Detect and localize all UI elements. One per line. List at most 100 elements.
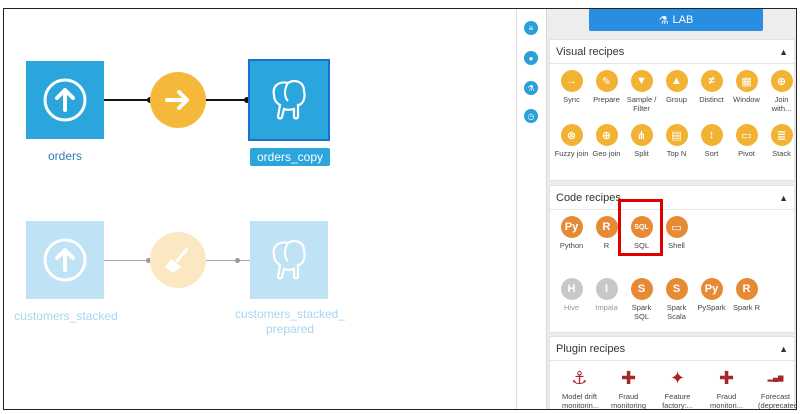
postgres-elephant-icon <box>272 80 306 120</box>
recipe-tile-label: Pivot <box>738 149 755 158</box>
upload-icon <box>43 78 87 122</box>
timeline-icon[interactable]: ◷ <box>524 109 538 123</box>
recipe-tile-label: Geo join <box>592 149 621 158</box>
spark-sql-icon: S <box>630 278 653 300</box>
puzzle-icon: ✚ <box>718 367 735 388</box>
dataset-label-orders[interactable]: orders <box>26 149 104 163</box>
plugin-recipes-section: Plugin recipes ▲ ⚓ Model drift monitorin.… <box>549 336 796 410</box>
recipe-tile-top-n[interactable]: ▤ Top N <box>659 124 694 158</box>
postgres-elephant-icon <box>272 240 306 280</box>
recipe-tile-anchor[interactable]: ⚓ Model drift monitorin... <box>562 367 599 410</box>
recipe-tile-label: Spark SQL <box>631 303 652 321</box>
recipe-tile-pivot[interactable]: ▭ Pivot <box>729 124 764 158</box>
recipe-tile-pyspark[interactable]: Py PySpark <box>694 278 729 312</box>
sync-recipe-node[interactable] <box>150 72 206 128</box>
dataset-orders-copy[interactable] <box>248 59 330 141</box>
sql-highlight-box <box>618 199 663 256</box>
visual-recipes-header[interactable]: Visual recipes ▲ <box>550 40 794 64</box>
recipe-tile-split[interactable]: ⋔ Split <box>624 124 659 158</box>
collapse-caret-icon[interactable]: ▲ <box>779 344 788 354</box>
recipe-tile-fuzzy-join[interactable]: ⊗ Fuzzy join <box>554 124 589 158</box>
recipe-tile-prepare[interactable]: ✎ Prepare <box>589 70 624 104</box>
recipe-tile-sync[interactable]: → Sync <box>554 70 589 104</box>
lab-button[interactable]: ⚗ LAB <box>589 9 763 31</box>
window-icon: ▦ <box>735 70 758 92</box>
recipes-panel: ⚗ LAB Visual recipes ▲ → Sync ✎ Prepare ▼ Sam… <box>546 9 796 409</box>
recipe-tile-label: Stack <box>772 149 791 158</box>
recipe-tile-label: Fraud monitori... <box>710 392 743 409</box>
recipe-tile-label: Fuzzy join <box>554 149 589 158</box>
edge-dot <box>235 258 240 263</box>
impala-icon: I <box>595 278 618 300</box>
recipe-tile-label: Window <box>733 95 760 104</box>
pivot-icon: ▭ <box>735 124 758 146</box>
arrow-right-icon <box>165 90 189 110</box>
recipe-tile-group[interactable]: ▲ Group <box>659 70 694 104</box>
recipe-tile-label: Forecast (deprecated) <box>758 392 796 409</box>
anchor-icon: ⚓ <box>571 367 588 388</box>
section-title: Code recipes <box>556 191 621 204</box>
puzzle-icon: ✚ <box>620 367 637 388</box>
recipe-tile-join[interactable]: ⊕ Join with... <box>764 70 796 113</box>
group-icon: ▲ <box>665 70 688 92</box>
discussion-icon[interactable]: ● <box>524 51 538 65</box>
dataset-label-customers-stacked[interactable]: customers_stacked <box>4 309 128 323</box>
filter-icon: ▼ <box>630 70 653 92</box>
stack-icon: ≣ <box>770 124 793 146</box>
split-icon: ⋔ <box>630 124 653 146</box>
recipe-tile-label: Fraud monitoring <box>611 392 647 409</box>
collapse-caret-icon[interactable]: ▲ <box>779 193 788 203</box>
plugin-recipes-header[interactable]: Plugin recipes ▲ <box>550 337 794 361</box>
recipe-tile-shell[interactable]: ▭ Shell <box>659 216 694 250</box>
distinct-icon: ≠ <box>700 70 723 92</box>
code-recipes-header[interactable]: Code recipes ▲ <box>550 186 794 210</box>
section-title: Visual recipes <box>556 45 625 58</box>
dataset-orders[interactable] <box>26 61 104 139</box>
recipe-tile-filter[interactable]: ▼ Sample / Filter <box>624 70 659 113</box>
code-recipes-section: Code recipes ▲ Py Python R R SQL SQL ▭ Shell H Hi… <box>549 185 795 333</box>
recipe-tile-label: Hive <box>563 303 579 312</box>
recipe-tile-spark-r[interactable]: R Spark R <box>729 278 764 312</box>
details-icon[interactable]: ≡ <box>524 21 538 35</box>
recipe-tile-spark-sql[interactable]: S Spark SQL <box>624 278 659 321</box>
recipe-tile-label: Prepare <box>593 95 620 104</box>
recipe-tile-sort[interactable]: ↕ Sort <box>694 124 729 158</box>
dataset-label-orders-copy[interactable]: orders_copy <box>250 148 330 166</box>
right-rail: ≡ ● ⚗ ◷ <box>516 9 546 409</box>
recipe-tile-hive[interactable]: H Hive <box>554 278 589 312</box>
flow-canvas[interactable]: orders orders_copy customers_stacked cus… <box>4 9 516 409</box>
recipe-tile-distinct[interactable]: ≠ Distinct <box>694 70 729 104</box>
recipe-tile-bar-chart[interactable]: ▂▄▆ Forecast (deprecated) <box>758 367 796 409</box>
dataset-customers-stacked[interactable] <box>26 221 104 299</box>
recipe-tile-wand[interactable]: ✦ Feature factory:... <box>660 367 695 410</box>
recipe-tile-label: Sync <box>563 95 580 104</box>
flask-icon: ⚗ <box>658 14 669 27</box>
recipe-tile-label: Distinct <box>699 95 724 104</box>
lab-button-label: LAB <box>672 14 694 26</box>
collapse-caret-icon[interactable]: ▲ <box>779 47 788 57</box>
recipe-tile-stack[interactable]: ≣ Stack <box>764 124 796 158</box>
top-n-icon: ▤ <box>665 124 688 146</box>
recipe-tile-puzzle[interactable]: ✚ Fraud monitori... <box>709 367 744 410</box>
r-icon: R <box>595 216 618 238</box>
recipe-tile-impala[interactable]: I Impala <box>589 278 624 312</box>
recipe-tile-label: Shell <box>668 241 685 250</box>
recipe-tile-window[interactable]: ▦ Window <box>729 70 764 104</box>
shell-icon: ▭ <box>665 216 688 238</box>
recipe-tile-label: Sample / Filter <box>626 95 657 113</box>
prepare-icon: ✎ <box>595 70 618 92</box>
recipe-tile-label: Spark R <box>732 303 761 312</box>
recipe-tile-label: Split <box>634 149 649 158</box>
lab-icon[interactable]: ⚗ <box>524 81 538 95</box>
recipe-tile-label: Impala <box>595 303 618 312</box>
recipe-tile-geo-join[interactable]: ⊕ Geo join <box>589 124 624 158</box>
dataset-customers-stacked-prepared[interactable] <box>250 221 328 299</box>
recipe-tile-spark-scala[interactable]: S Spark Scala <box>659 278 694 321</box>
prepare-recipe-node[interactable] <box>150 232 206 288</box>
recipe-tile-label: Join with... <box>771 95 792 113</box>
upload-icon <box>43 238 87 282</box>
recipe-tile-puzzle[interactable]: ✚ Fraud monitoring <box>611 367 647 410</box>
dataset-label-customers-stacked-prepared[interactable]: customers_stacked_ prepared <box>226 307 354 337</box>
recipe-tile-python[interactable]: Py Python <box>554 216 589 250</box>
sync-icon: → <box>560 70 583 92</box>
